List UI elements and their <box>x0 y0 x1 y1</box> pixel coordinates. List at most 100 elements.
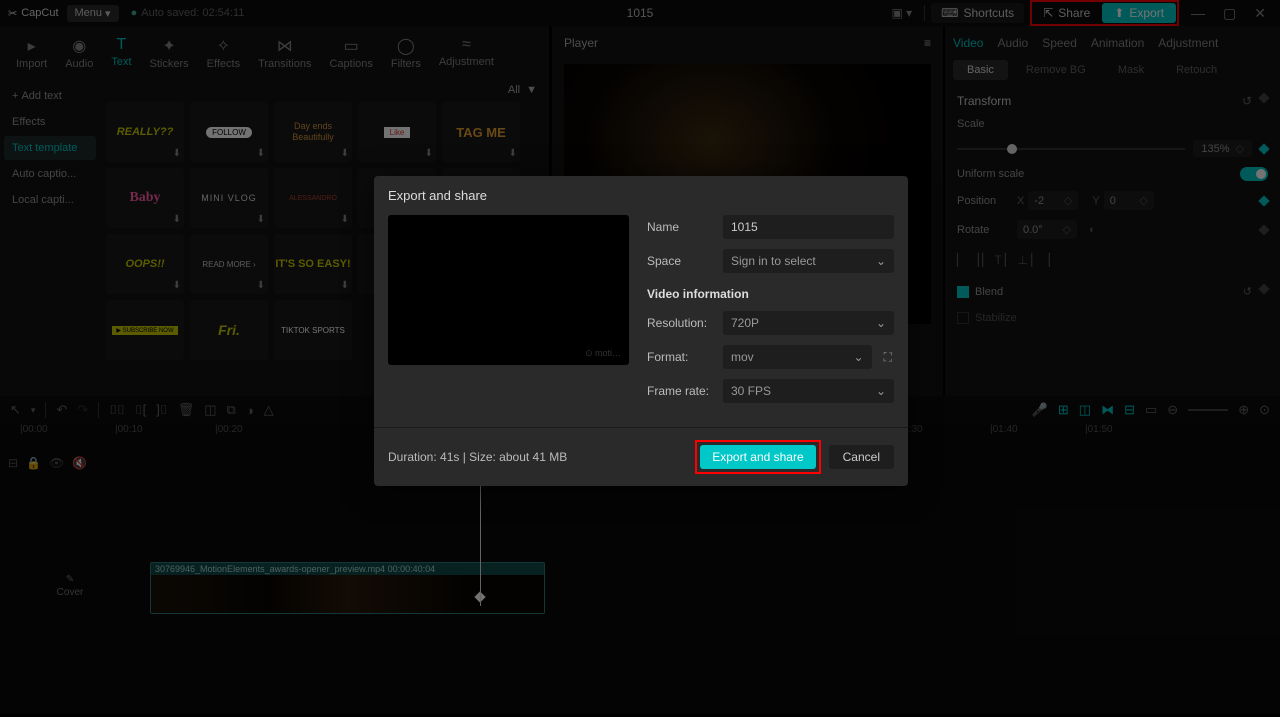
layout-icon[interactable]: ▣ ▾ <box>885 4 918 22</box>
template-thumb[interactable]: FOLLOW⬇ <box>190 102 268 162</box>
expand-icon[interactable]: ⛶ <box>882 348 894 367</box>
stabilize-checkbox[interactable] <box>957 312 969 324</box>
template-thumb[interactable]: Like⬇ <box>358 102 436 162</box>
delete-tool[interactable]: 🗑 <box>178 402 195 418</box>
tab-captions[interactable]: ▭Captions <box>321 30 380 76</box>
download-icon[interactable]: ⬇ <box>509 148 517 159</box>
rp-tab-speed[interactable]: Speed <box>1042 36 1077 50</box>
download-icon[interactable]: ⬇ <box>257 214 265 225</box>
reverse-tool[interactable]: ◑ <box>246 403 254 418</box>
tl-tool-2[interactable]: ◫ <box>1079 402 1091 418</box>
tab-filters[interactable]: ◯Filters <box>383 30 429 76</box>
menu-button[interactable]: Menu ▾ <box>67 5 119 22</box>
template-thumb[interactable]: OOPS!!⬇ <box>106 234 184 294</box>
cover-button[interactable]: ✎Cover <box>8 574 132 598</box>
tab-stickers[interactable]: ✦Stickers <box>142 30 197 76</box>
export-and-share-button[interactable]: Export and share <box>700 445 815 469</box>
lock2-icon[interactable]: 🔒 <box>26 456 41 470</box>
crop-tool[interactable]: ◫ <box>204 402 216 418</box>
rp-tab-adjustment[interactable]: Adjustment <box>1158 36 1218 50</box>
pos-x-input[interactable]: -2◇ <box>1028 191 1078 210</box>
download-icon[interactable]: ⬇ <box>173 214 181 225</box>
rotate-dial-icon[interactable]: ◐ <box>1089 224 1096 236</box>
minimize-button[interactable]: — <box>1185 5 1211 21</box>
framerate-select[interactable]: 30 FPS⌄ <box>723 379 894 403</box>
template-thumb[interactable]: MINI VLOG⬇ <box>190 168 268 228</box>
template-thumb[interactable]: Day ends Beautifully⬇ <box>274 102 352 162</box>
side-auto-captions[interactable]: Auto captio... <box>4 162 96 186</box>
pos-y-input[interactable]: 0◇ <box>1104 191 1154 210</box>
copy-tool[interactable]: ⧉ <box>227 402 236 418</box>
cancel-button[interactable]: Cancel <box>829 445 894 469</box>
export-button[interactable]: ⬆Export <box>1102 3 1176 23</box>
rp-sub-retouch[interactable]: Retouch <box>1162 60 1231 80</box>
side-add-text[interactable]: +Add text <box>4 84 96 108</box>
tab-effects[interactable]: ✧Effects <box>199 30 248 76</box>
lock-icon[interactable]: ⊟ <box>8 456 18 470</box>
scale-value[interactable]: 135%◇ <box>1193 140 1252 157</box>
template-thumb[interactable]: REALLY??⬇ <box>106 102 184 162</box>
reset-icon[interactable]: ↺ <box>1242 94 1252 108</box>
mic-icon[interactable]: 🎤 <box>1032 402 1048 418</box>
share-button[interactable]: ⇱Share <box>1033 3 1100 23</box>
side-effects[interactable]: Effects <box>4 110 96 134</box>
download-icon[interactable]: ⬇ <box>173 148 181 159</box>
space-select[interactable]: Sign in to select⌄ <box>723 249 894 273</box>
format-select[interactable]: mov⌄ <box>723 345 872 369</box>
tl-tool-1[interactable]: ⊞ <box>1058 402 1069 418</box>
resolution-select[interactable]: 720P⌄ <box>723 311 894 335</box>
download-icon[interactable]: ⬇ <box>257 280 265 291</box>
eye-icon[interactable]: 👁 <box>49 456 64 470</box>
side-text-template[interactable]: Text template <box>4 136 96 160</box>
video-clip[interactable]: 30769946_MotionElements_awards-opener_pr… <box>150 562 545 614</box>
split-tool[interactable]: ⌷⌷ <box>109 402 125 418</box>
align-buttons[interactable]: ▏ ▕ ▏ T ▏ ⊥ ▏▕ <box>957 249 1268 271</box>
download-icon[interactable]: ⬇ <box>341 280 349 291</box>
name-input[interactable] <box>723 215 894 239</box>
template-thumb[interactable]: Fri. <box>190 300 268 360</box>
mute-icon[interactable]: 🔇 <box>72 456 87 470</box>
rp-sub-basic[interactable]: Basic <box>953 60 1008 80</box>
rp-sub-mask[interactable]: Mask <box>1104 60 1158 80</box>
tl-tool-3[interactable]: ⧓ <box>1101 402 1114 418</box>
tab-adjustment[interactable]: ≈Adjustment <box>431 30 502 76</box>
template-thumb[interactable]: ALESSANDRO⬇ <box>274 168 352 228</box>
trim-left-tool[interactable]: ⌷[ <box>135 402 146 418</box>
close-button[interactable]: ✕ <box>1248 5 1272 22</box>
zoom-out[interactable]: ⊖ <box>1167 402 1178 418</box>
undo-button[interactable]: ↶ <box>56 402 67 418</box>
tab-text[interactable]: TText <box>103 30 139 76</box>
zoom-slider[interactable] <box>1188 409 1228 411</box>
shortcuts-button[interactable]: ⌨Shortcuts <box>931 3 1024 23</box>
filter-all[interactable]: All <box>508 84 520 96</box>
trim-right-tool[interactable]: ]⌷ <box>156 402 167 418</box>
rotate-input[interactable]: 0.0°◇ <box>1017 220 1077 239</box>
keyframe-icon[interactable] <box>1258 283 1269 294</box>
keyframe-icon[interactable] <box>1258 224 1269 235</box>
blend-checkbox[interactable] <box>957 286 969 298</box>
rp-tab-video[interactable]: Video <box>953 36 983 50</box>
uniform-toggle[interactable] <box>1240 167 1268 181</box>
template-thumb[interactable]: READ MORE ›⬇ <box>190 234 268 294</box>
download-icon[interactable]: ⬇ <box>341 148 349 159</box>
tab-transitions[interactable]: ⋈Transitions <box>250 30 319 76</box>
rp-sub-removebg[interactable]: Remove BG <box>1012 60 1100 80</box>
redo-button[interactable]: ↷ <box>77 402 88 418</box>
filter-icon[interactable]: ▼ <box>526 84 537 96</box>
warning-icon[interactable]: △ <box>264 402 274 418</box>
rp-tab-animation[interactable]: Animation <box>1091 36 1144 50</box>
side-local-captions[interactable]: Local capti... <box>4 188 96 212</box>
zoom-fit[interactable]: ⊙ <box>1259 402 1270 418</box>
keyframe-icon[interactable] <box>1258 195 1269 206</box>
tl-tool-5[interactable]: ▭ <box>1145 402 1157 418</box>
download-icon[interactable]: ⬇ <box>425 148 433 159</box>
keyframe-icon[interactable] <box>1258 143 1269 154</box>
template-thumb[interactable]: TIKTOK SPORTS <box>274 300 352 360</box>
template-thumb[interactable]: Baby⬇ <box>106 168 184 228</box>
template-thumb[interactable]: ▶ SUBSCRIBE NOW <box>106 300 184 360</box>
template-thumb[interactable]: IT'S SO EASY!⬇ <box>274 234 352 294</box>
reset-icon[interactable]: ↺ <box>1243 285 1252 298</box>
scale-slider[interactable] <box>957 148 1185 150</box>
download-icon[interactable]: ⬇ <box>341 214 349 225</box>
maximize-button[interactable]: ▢ <box>1217 5 1242 22</box>
